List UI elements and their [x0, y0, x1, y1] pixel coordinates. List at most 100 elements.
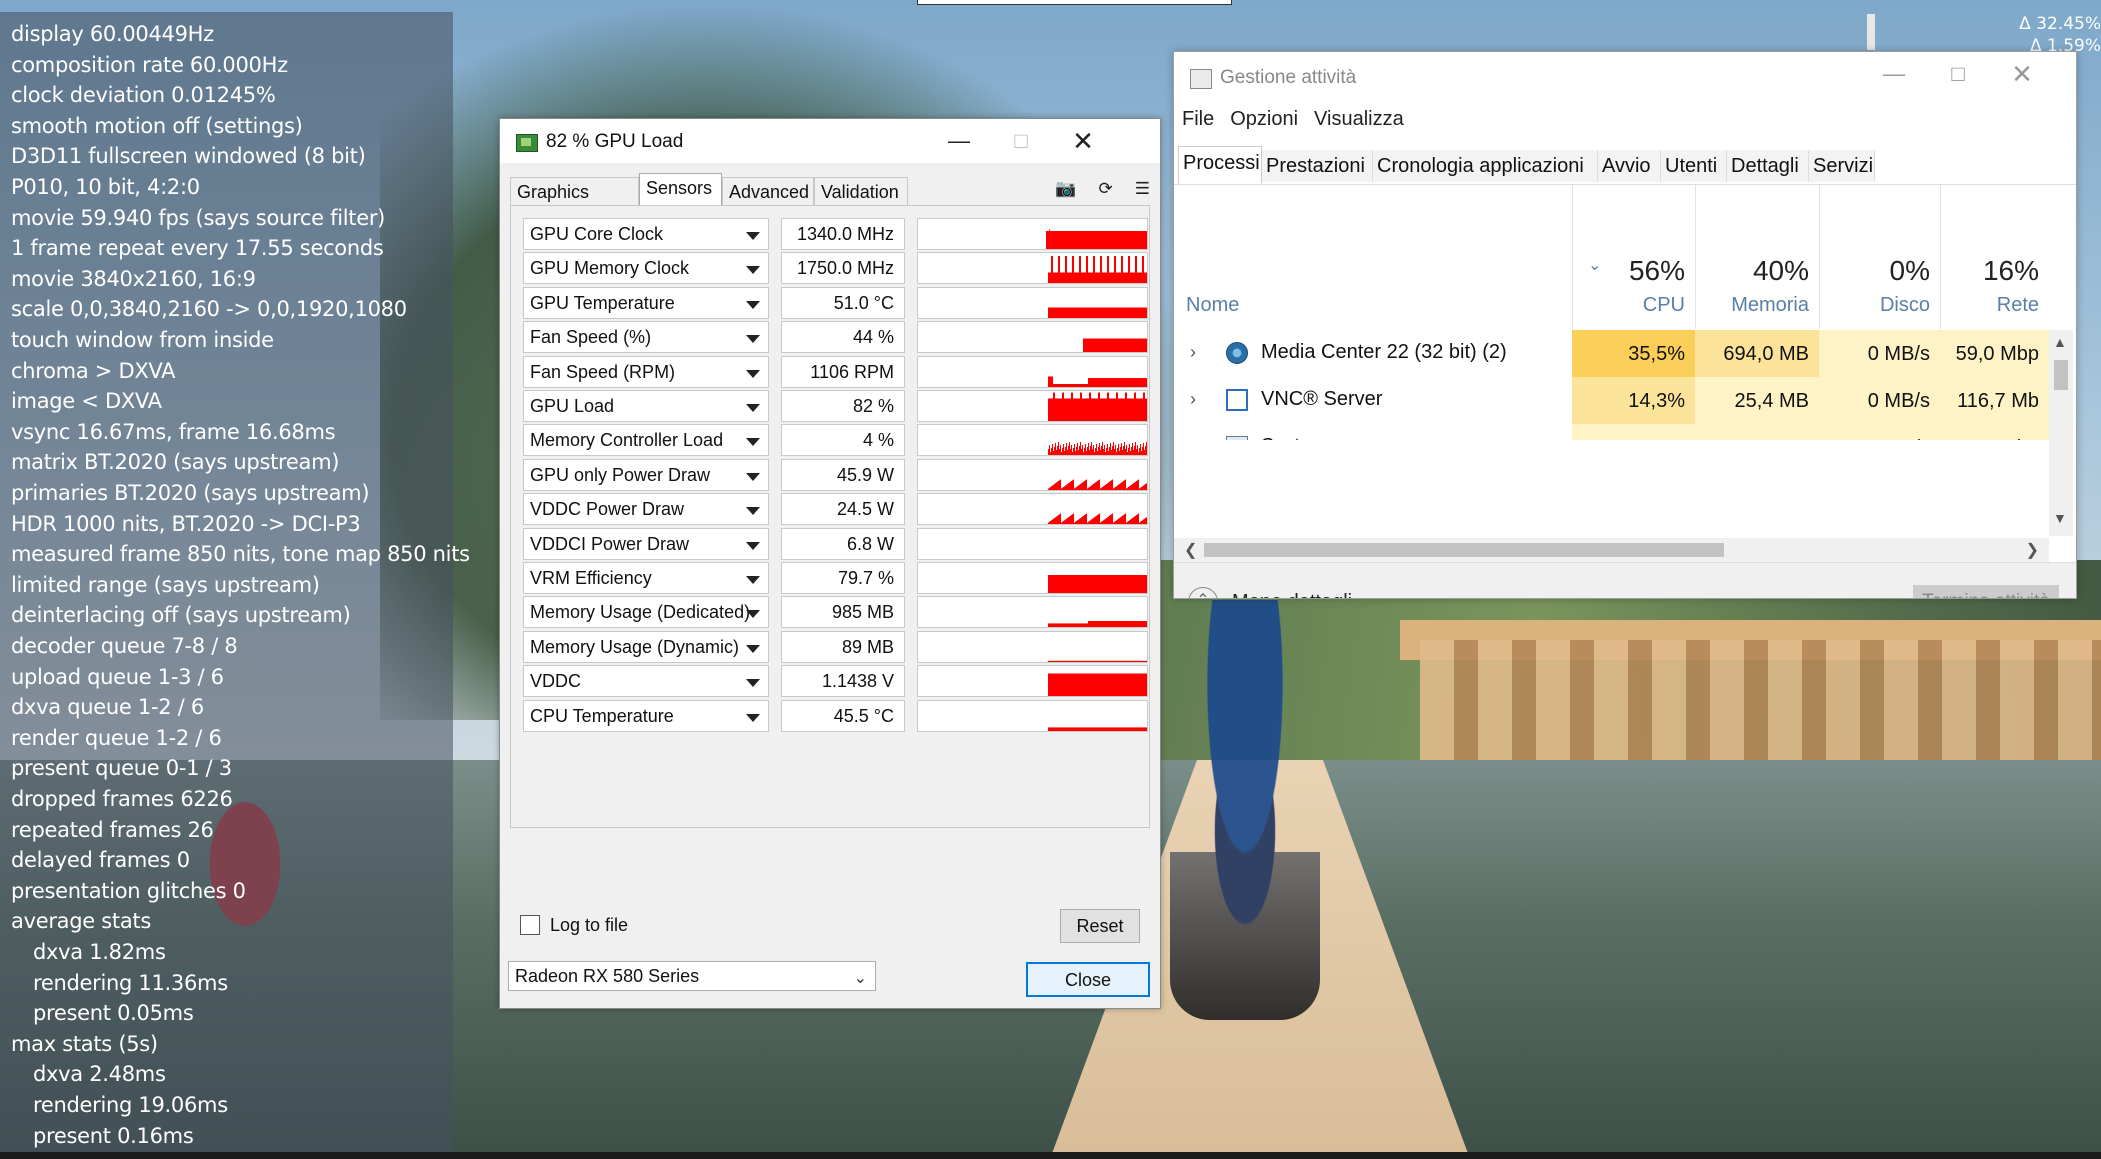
dropdown-arrow-icon — [746, 438, 760, 447]
scroll-thumb[interactable] — [2054, 360, 2068, 390]
end-task-button[interactable]: Termina attività — [1913, 585, 2059, 598]
close-window-button[interactable]: ✕ — [1052, 119, 1114, 163]
tab-startup[interactable]: Avvio — [1598, 150, 1661, 182]
sensor-graph — [917, 252, 1148, 285]
scroll-down-icon[interactable]: ▼ — [2053, 510, 2067, 526]
sensor-graph — [917, 562, 1148, 594]
sensor-name-dropdown[interactable]: GPU Temperature — [523, 286, 769, 319]
process-row[interactable]: System 3,5%0,1 MB0 MB/s0,3 Mbp — [1174, 424, 2049, 440]
scroll-thumb-h[interactable] — [1204, 543, 1724, 557]
sensor-name: Memory Controller Load — [530, 430, 724, 451]
gpu-select-value: Radeon RX 580 Series — [515, 966, 700, 986]
column-name[interactable]: Nome — [1186, 294, 1239, 317]
sensor-name-dropdown[interactable]: VDDCI Power Draw — [523, 527, 769, 560]
column-network[interactable]: 16% Rete — [1940, 185, 2049, 329]
sensor-graph — [917, 596, 1148, 629]
system-icon — [1226, 436, 1248, 440]
sensor-name-dropdown[interactable]: VDDC — [523, 665, 769, 698]
scroll-right-icon[interactable]: ❯ — [2026, 540, 2039, 560]
sensor-name-dropdown[interactable]: Memory Usage (Dedicated) — [523, 596, 769, 629]
sensor-name-dropdown[interactable]: GPU Core Clock — [523, 218, 769, 250]
minimize-button[interactable]: — — [928, 119, 990, 163]
sensor-name-dropdown[interactable]: GPU Load — [523, 390, 769, 422]
sensor-value: 1750.0 MHz — [781, 252, 905, 285]
menu-view[interactable]: Visualizza — [1314, 108, 1404, 131]
sensor-name: GPU Load — [530, 396, 615, 416]
close-button[interactable]: Close — [1026, 962, 1150, 997]
collapse-chevron-icon[interactable]: ⌃ — [1188, 587, 1218, 598]
tab-validation[interactable]: Validation — [814, 177, 908, 205]
tab-processes[interactable]: Processi — [1178, 146, 1262, 184]
sensor-row: GPU Memory Clock 1750.0 MHz — [523, 250, 1148, 286]
log-to-file-checkbox[interactable] — [520, 915, 540, 935]
less-details-link[interactable]: Meno dettagli — [1232, 591, 1352, 598]
refresh-icon[interactable]: ⟳ — [1099, 179, 1113, 203]
dropdown-arrow-icon — [746, 679, 760, 688]
taskmgr-titlebar[interactable]: Gestione attività — □ ✕ — [1174, 52, 2076, 104]
sensor-graph — [917, 493, 1148, 526]
osd-line: upload queue 1-3 / 6 — [11, 664, 224, 689]
sensor-name-dropdown[interactable]: VDDC Power Draw — [523, 493, 769, 526]
horizontal-scrollbar[interactable]: ❮ ❯ — [1174, 538, 2049, 562]
sensor-name-dropdown[interactable]: Memory Controller Load — [523, 424, 769, 457]
sensor-value: 1106 RPM — [781, 355, 905, 388]
vertical-scrollbar[interactable]: ▲ ▼ — [2049, 330, 2073, 536]
process-cpu-cell: 3,5% — [1572, 424, 1695, 440]
osd-line: present queue 0-1 / 3 — [11, 756, 232, 781]
osd-line: chroma > DXVA — [11, 358, 176, 383]
close-window-button[interactable]: ✕ — [1991, 52, 2053, 96]
maximize-button[interactable]: □ — [1927, 52, 1989, 96]
minimize-button[interactable]: — — [1863, 52, 1925, 96]
sensor-name-dropdown[interactable]: CPU Temperature — [523, 699, 769, 732]
tab-advanced[interactable]: Advanced — [722, 177, 814, 205]
sensor-row: GPU Load 82 % — [523, 388, 1148, 424]
tab-sensors[interactable]: Sensors — [639, 173, 722, 205]
tab-app-history[interactable]: Cronologia applicazioni — [1373, 150, 1598, 182]
osd-line: P010, 10 bit, 4:2:0 — [11, 175, 200, 199]
sensor-row: Memory Usage (Dynamic) 89 MB — [523, 629, 1148, 665]
osd-line: touch window from inside — [11, 328, 274, 352]
osd-line: rendering 19.06ms — [33, 1093, 228, 1117]
camera-icon[interactable]: 📷 — [1055, 179, 1076, 203]
scroll-left-icon[interactable]: ❮ — [1184, 540, 1197, 560]
sensor-value: 1340.0 MHz — [781, 218, 905, 250]
chevron-down-icon: ⌄ — [853, 970, 867, 987]
process-row[interactable]: › Media Center 22 (32 bit) (2) 35,5% 694,0 … — [1174, 330, 2049, 378]
gpu-select[interactable]: Radeon RX 580 Series ⌄ — [508, 961, 876, 991]
sensor-value: 1.1438 V — [781, 665, 905, 698]
column-memory[interactable]: 40% Memoria — [1695, 185, 1819, 329]
menu-options[interactable]: Opzioni — [1230, 108, 1298, 131]
sensor-value: 51.0 °C — [781, 286, 905, 319]
gpuz-titlebar[interactable]: 82 % GPU Load — □ ✕ — [500, 119, 1160, 163]
sensor-name-dropdown[interactable]: Fan Speed (RPM) — [523, 355, 769, 388]
sensor-list[interactable]: GPU Core Clock 1340.0 MHz GPU Memory Clock… — [510, 205, 1150, 828]
tab-performance[interactable]: Prestazioni — [1262, 150, 1373, 182]
sensor-name-dropdown[interactable]: GPU Memory Clock — [523, 252, 769, 285]
process-name: Media Center 22 (32 bit) (2) — [1261, 341, 1507, 363]
column-disk[interactable]: 0% Disco — [1819, 185, 1940, 329]
tab-services[interactable]: Servizi — [1809, 150, 1875, 182]
expand-chevron-icon[interactable]: › — [1190, 342, 1196, 363]
tab-graphics-card[interactable]: Graphics Card — [510, 177, 639, 230]
sensor-value: 6.8 W — [781, 527, 905, 560]
network-label: Rete — [1996, 294, 2039, 316]
sensor-name-dropdown[interactable]: Fan Speed (%) — [523, 321, 769, 354]
tab-details[interactable]: Dettagli — [1727, 150, 1809, 182]
expand-chevron-icon[interactable]: › — [1190, 389, 1196, 410]
memory-total: 40% — [1752, 255, 1809, 286]
sensor-name-dropdown[interactable]: Memory Usage (Dynamic) — [523, 630, 769, 663]
task-manager-window: Gestione attività — □ ✕ File Opzioni Vis… — [1173, 51, 2077, 599]
process-row[interactable]: › VNC® Server 14,3% 25,4 MB 0 MB/s 116,7 Mb — [1174, 377, 2049, 425]
tab-users[interactable]: Utenti — [1661, 150, 1727, 182]
osd-line: 1 frame repeat every 17.55 seconds — [11, 236, 384, 261]
reset-button[interactable]: Reset — [1060, 909, 1140, 943]
sensor-name-dropdown[interactable]: GPU only Power Draw — [523, 458, 769, 491]
osd-line: max stats (5s) — [11, 1031, 158, 1056]
column-cpu[interactable]: 56% CPU — [1572, 185, 1695, 329]
menu-file[interactable]: File — [1182, 108, 1214, 131]
sensor-name: GPU Temperature — [530, 292, 675, 313]
background-scroll-fragment — [1867, 14, 1875, 50]
scroll-up-icon[interactable]: ▲ — [2053, 334, 2067, 350]
menu-icon[interactable]: ☰ — [1135, 179, 1150, 203]
sensor-name-dropdown[interactable]: VRM Efficiency — [523, 562, 769, 594]
